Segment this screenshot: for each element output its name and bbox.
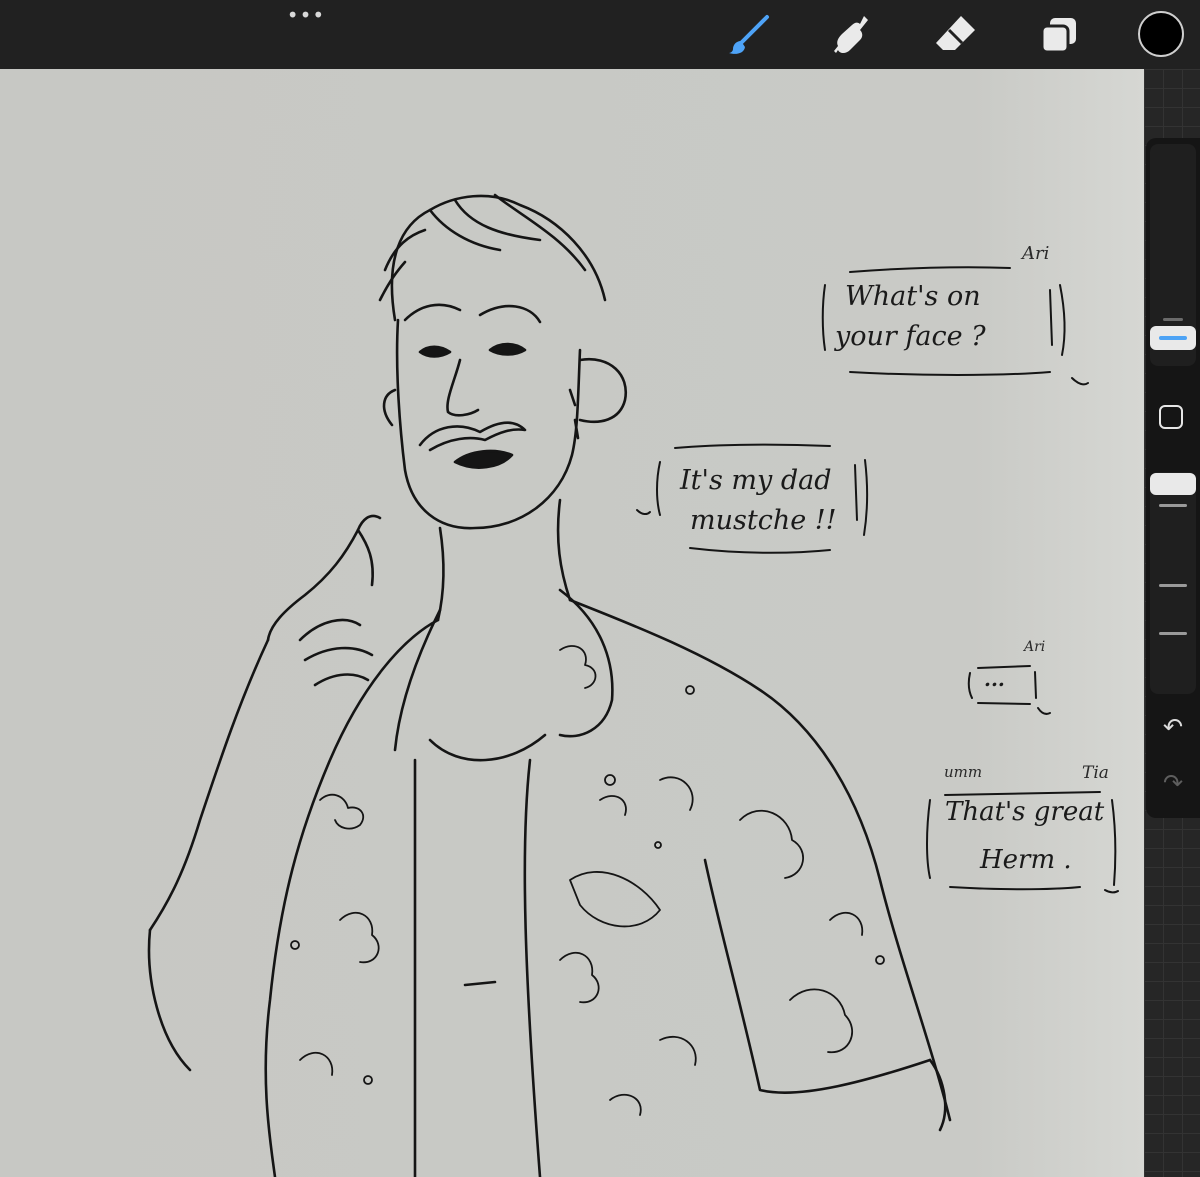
bubble-text-line: mustche !! bbox=[690, 505, 837, 536]
eraser-icon bbox=[936, 16, 975, 50]
redo-icon[interactable]: ↷ bbox=[1158, 768, 1188, 798]
brush-size-thumb[interactable] bbox=[1150, 318, 1196, 350]
brush-tool-button[interactable] bbox=[727, 12, 773, 58]
color-picker-button[interactable] bbox=[1138, 11, 1184, 57]
slider-tick bbox=[1159, 504, 1187, 507]
brush-icon bbox=[729, 15, 769, 54]
layers-icon bbox=[1040, 18, 1076, 54]
more-options-button[interactable]: ••• bbox=[285, 4, 327, 30]
drawing-canvas[interactable]: Ari What's on your face ? It's my dad mu… bbox=[0, 69, 1144, 1177]
slider-tick bbox=[1159, 632, 1187, 635]
top-toolbar: ••• bbox=[0, 0, 1200, 69]
slider-tick bbox=[1159, 584, 1187, 587]
smudge-icon bbox=[834, 16, 868, 53]
speaker-label: Tia bbox=[1082, 763, 1109, 783]
eraser-tool-button[interactable] bbox=[933, 12, 979, 58]
aside-label: umm bbox=[944, 763, 983, 781]
layers-tool-button[interactable] bbox=[1036, 12, 1082, 58]
bubble-text-line: What's on bbox=[845, 281, 981, 312]
speaker-label: Ari bbox=[1022, 243, 1050, 264]
brush-sidebar: ↶ ↷ bbox=[1146, 138, 1200, 818]
brush-opacity-thumb[interactable] bbox=[1150, 473, 1196, 495]
sketch-artwork bbox=[147, 193, 1119, 1177]
bubble-text-line: ... bbox=[984, 667, 1005, 691]
square-icon[interactable] bbox=[1159, 405, 1183, 429]
undo-icon[interactable]: ↶ bbox=[1158, 712, 1188, 742]
bubble-text-line: It's my dad bbox=[680, 465, 832, 496]
speaker-label: Ari bbox=[1024, 639, 1046, 655]
smudge-tool-button[interactable] bbox=[830, 12, 876, 58]
bubble-text-line: That's great bbox=[945, 797, 1105, 827]
bubble-text-line: your face ? bbox=[835, 321, 986, 352]
bubble-text-line: Herm . bbox=[980, 845, 1072, 875]
